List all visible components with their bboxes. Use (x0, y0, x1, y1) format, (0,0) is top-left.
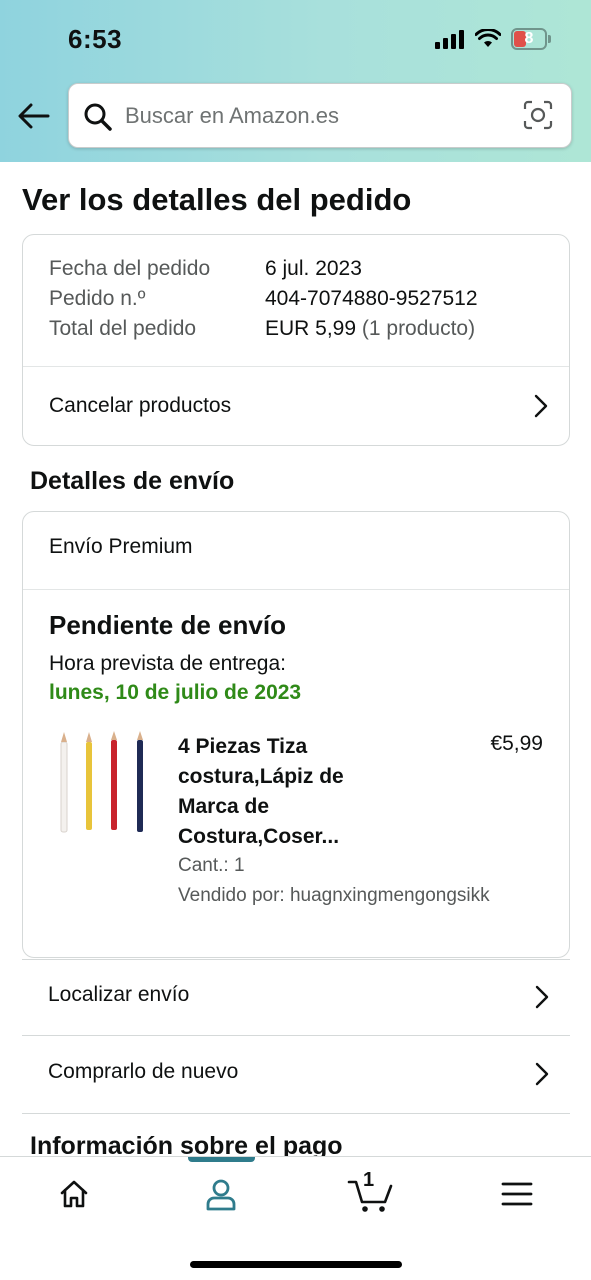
search-input[interactable] (125, 84, 505, 147)
page-title: Ver los detalles del pedido (22, 182, 412, 217)
home-indicator (190, 1261, 402, 1268)
product-quantity: Cant.: 1 (178, 855, 245, 876)
tab-cart[interactable]: 1 (340, 1169, 402, 1217)
cellular-signal-icon (435, 30, 464, 49)
buy-again-row[interactable]: Comprarlo de nuevo (22, 1037, 570, 1114)
chevron-right-icon (535, 985, 549, 1009)
search-icon (84, 103, 112, 131)
product-price: €5,99 (490, 732, 543, 755)
order-total-count: (1 producto) (356, 317, 476, 340)
tab-account[interactable] (191, 1171, 251, 1217)
tab-menu[interactable] (487, 1171, 547, 1217)
battery-level: 8 (524, 30, 534, 47)
chevron-right-icon (535, 1062, 549, 1086)
active-tab-indicator (188, 1157, 255, 1162)
track-shipment-row[interactable]: Localizar envío (22, 959, 570, 1036)
back-button[interactable] (16, 98, 52, 134)
delivery-eta-date: lunes, 10 de julio de 2023 (49, 681, 302, 704)
shipping-section-title: Detalles de envío (30, 467, 235, 495)
track-shipment-label: Localizar envío (48, 983, 190, 1006)
order-total-value: EUR 5,99 (265, 317, 357, 340)
order-number-label: Pedido n.º (49, 287, 146, 310)
order-total: EUR 5,99 (1 producto) (265, 317, 475, 341)
delivery-eta-label: Hora prevista de entrega: (49, 652, 286, 675)
order-date-value: 6 jul. 2023 (265, 257, 362, 280)
order-date-label: Fecha del pedido (49, 257, 211, 280)
top-header: 6:53 8 (0, 0, 591, 162)
order-summary-card: Fecha del pedido 6 jul. 2023 Pedido n.º … (22, 234, 570, 446)
product-seller: Vendido por: huagnxingmengongsikk (178, 885, 490, 906)
shipment-card: Envío Premium Pendiente de envío Hora pr… (22, 511, 570, 958)
wifi-icon (475, 29, 501, 47)
status-time: 6:53 (68, 24, 123, 54)
search-bar[interactable] (68, 83, 572, 148)
arrow-left-icon (18, 103, 50, 129)
order-total-label: Total del pedido (49, 317, 197, 340)
order-number-value: 404-7074880-9527512 (265, 287, 478, 310)
shipping-method: Envío Premium (49, 535, 193, 558)
buy-again-label: Comprarlo de nuevo (48, 1060, 239, 1083)
product-image[interactable] (53, 730, 153, 840)
cancel-products-label: Cancelar productos (49, 394, 232, 417)
account-icon (206, 1179, 236, 1211)
home-icon (60, 1180, 88, 1208)
tab-home[interactable] (44, 1171, 104, 1217)
product-title-link[interactable]: 4 Piezas Tiza costura,Lápiz de Marca de … (178, 732, 388, 852)
status-icons: 8 (435, 26, 551, 52)
chevron-right-icon (534, 394, 548, 418)
shipment-status: Pendiente de envío (49, 610, 286, 640)
menu-icon (501, 1182, 533, 1206)
cancel-products-row[interactable]: Cancelar productos (23, 367, 569, 445)
camera-scan-icon[interactable] (523, 100, 553, 130)
cart-count-badge: 1 (363, 1169, 375, 1191)
battery-icon: 8 (511, 28, 551, 50)
divider (23, 589, 569, 590)
